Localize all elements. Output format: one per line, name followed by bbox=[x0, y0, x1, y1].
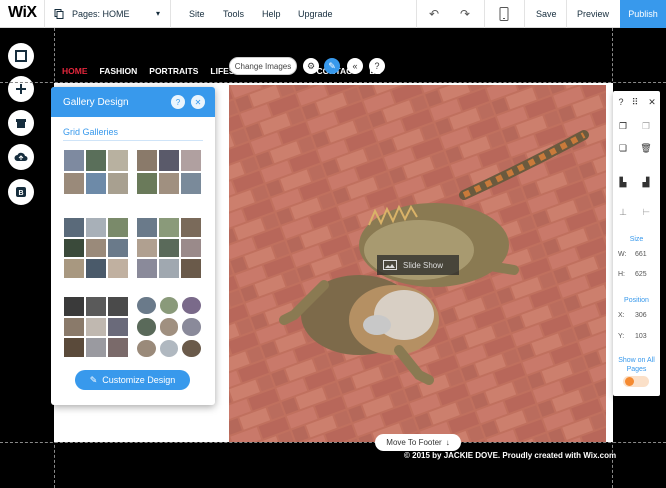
divider bbox=[170, 0, 171, 28]
gallery-preset-1[interactable] bbox=[64, 150, 128, 194]
drag-handle-icon[interactable]: ⠿ bbox=[630, 97, 640, 107]
height-label: H: bbox=[618, 271, 625, 278]
preview-button[interactable]: Preview bbox=[577, 0, 609, 28]
distribute-icon[interactable]: ⊢ bbox=[641, 207, 651, 217]
panel-subtitle: Grid Galleries bbox=[63, 127, 119, 137]
help-icon[interactable]: ? bbox=[171, 95, 185, 109]
width-value[interactable]: 661 bbox=[635, 251, 647, 258]
gallery-preset-2[interactable] bbox=[137, 150, 201, 194]
image-icon bbox=[383, 260, 397, 270]
width-label: W: bbox=[618, 251, 627, 258]
divider bbox=[416, 0, 417, 28]
nav-home[interactable]: HOME bbox=[62, 66, 88, 76]
nav-fashion[interactable]: FASHION bbox=[100, 66, 138, 76]
gallery-design-panel: Gallery Design ? ✕ Grid Galleries ✎ Cust… bbox=[51, 87, 215, 405]
position-label: Position bbox=[624, 297, 649, 304]
cloud-upload-icon bbox=[14, 152, 28, 161]
panel-header: Gallery Design ? ✕ bbox=[51, 87, 215, 117]
menu-site[interactable]: Site bbox=[189, 0, 205, 28]
editor-topbar: WiX Pages: HOME ▾ Site Tools Help Upgrad… bbox=[0, 0, 666, 28]
pages-icon bbox=[54, 9, 64, 19]
menu-tools[interactable]: Tools bbox=[223, 0, 244, 28]
close-icon[interactable]: ✕ bbox=[647, 97, 657, 107]
delete-icon[interactable]: 🗑 bbox=[640, 143, 651, 153]
wix-logo: WiX bbox=[8, 4, 37, 21]
height-value[interactable]: 625 bbox=[635, 271, 647, 278]
paste-icon[interactable]: ❐ bbox=[641, 121, 651, 131]
settings-gear-icon[interactable]: ⚙ bbox=[303, 58, 319, 74]
gallery-preset-5[interactable] bbox=[64, 297, 128, 357]
help-icon[interactable]: ? bbox=[616, 97, 626, 107]
publish-button[interactable]: Publish bbox=[620, 0, 666, 28]
menu-upgrade[interactable]: Upgrade bbox=[298, 0, 333, 28]
gallery-preset-4[interactable] bbox=[137, 218, 201, 278]
copyright-text: © 2015 by JACKIE DOVE. Proudly created w… bbox=[404, 451, 617, 460]
pages-dropdown[interactable]: Pages: HOME ▾ bbox=[54, 0, 166, 28]
help-icon[interactable]: ? bbox=[369, 58, 385, 74]
copy-icon[interactable]: ❐ bbox=[618, 121, 628, 131]
chevron-down-icon: ▾ bbox=[155, 9, 160, 18]
y-label: Y: bbox=[618, 333, 625, 340]
arrange-front-icon[interactable]: ▟ bbox=[641, 177, 651, 187]
svg-text:B: B bbox=[18, 190, 23, 197]
move-to-footer-button[interactable]: Move To Footer ↓ bbox=[375, 434, 461, 451]
duplicate-icon[interactable]: ❏ bbox=[618, 143, 628, 153]
align-icon[interactable]: ⊥ bbox=[618, 207, 628, 217]
size-label: Size bbox=[629, 236, 644, 243]
plus-icon bbox=[16, 84, 26, 94]
divider bbox=[63, 140, 203, 141]
add-panel-sidebar: B bbox=[0, 28, 42, 488]
customize-design-button[interactable]: ✎ Customize Design bbox=[75, 370, 190, 390]
move-to-footer-label: Move To Footer bbox=[386, 438, 442, 447]
upload-button[interactable] bbox=[8, 144, 34, 170]
x-label: X: bbox=[618, 312, 625, 319]
animation-icon[interactable]: « bbox=[347, 58, 363, 74]
slideshow-overlay[interactable]: Slide Show bbox=[377, 255, 459, 275]
add-button[interactable] bbox=[8, 76, 34, 102]
panel-title: Gallery Design bbox=[63, 96, 129, 108]
guide-line bbox=[0, 442, 666, 443]
toggle-knob bbox=[625, 377, 634, 386]
divider bbox=[484, 0, 485, 28]
gallery-preset-3[interactable] bbox=[64, 218, 128, 278]
background-button[interactable] bbox=[8, 43, 34, 69]
change-images-button[interactable]: Change Images bbox=[229, 57, 297, 75]
undo-icon[interactable]: ↶ bbox=[425, 5, 443, 23]
x-value[interactable]: 306 bbox=[635, 312, 647, 319]
square-icon bbox=[15, 50, 27, 62]
design-brush-icon[interactable]: ✎ bbox=[324, 58, 340, 74]
blog-icon: B bbox=[16, 187, 26, 197]
app-market-button[interactable] bbox=[8, 110, 34, 136]
arrange-back-icon[interactable]: ▙ bbox=[618, 177, 628, 187]
menu-help[interactable]: Help bbox=[262, 0, 281, 28]
close-icon[interactable]: ✕ bbox=[191, 95, 205, 109]
nav-portraits[interactable]: PORTRAITS bbox=[149, 66, 198, 76]
slideshow-label: Slide Show bbox=[403, 260, 444, 270]
show-all-pages-toggle[interactable] bbox=[623, 376, 649, 387]
show-all-pages-label: Show on All Pages bbox=[618, 357, 655, 373]
arrow-down-icon: ↓ bbox=[445, 438, 450, 447]
redo-icon[interactable]: ↷ bbox=[456, 5, 474, 23]
divider bbox=[566, 0, 567, 28]
box-icon bbox=[16, 119, 26, 128]
pages-dropdown-label: Pages: HOME bbox=[72, 9, 130, 19]
inspector-panel: ? ⠿ ✕ ❐ ❐ ❏ 🗑 ▙ ▟ ⊥ ⊢ Size W: 661 H: 625… bbox=[613, 91, 660, 396]
divider bbox=[44, 0, 45, 28]
divider bbox=[524, 0, 525, 28]
customize-label: Customize Design bbox=[102, 375, 176, 385]
y-value[interactable]: 103 bbox=[635, 333, 647, 340]
mobile-view-icon[interactable] bbox=[495, 5, 513, 23]
gallery-preset-6[interactable] bbox=[137, 297, 201, 357]
save-button[interactable]: Save bbox=[536, 0, 557, 28]
brush-icon: ✎ bbox=[89, 374, 98, 385]
blog-button[interactable]: B bbox=[8, 179, 34, 205]
